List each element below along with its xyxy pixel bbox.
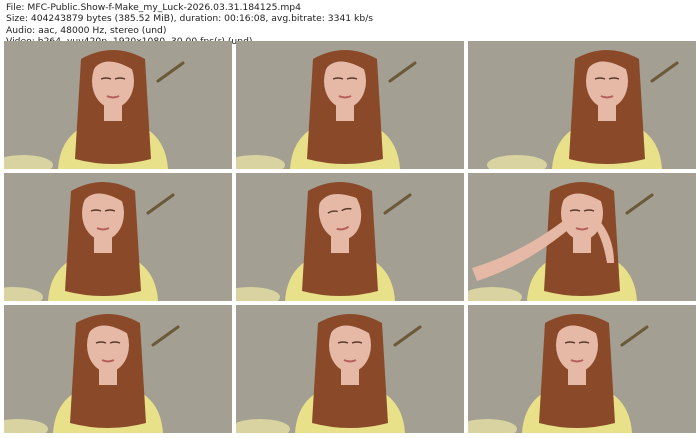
thumbnail-scene bbox=[468, 41, 696, 169]
thumbnail-7 bbox=[4, 305, 232, 433]
thumbnail-grid bbox=[4, 41, 696, 434]
thumbnail-2 bbox=[236, 41, 464, 169]
thumbnail-8 bbox=[236, 305, 464, 433]
thumbnail-scene bbox=[236, 41, 464, 169]
thumbnail-5 bbox=[236, 173, 464, 301]
file-name-line: File: MFC-Public.Show-f-Make_my_Luck-202… bbox=[6, 2, 301, 13]
thumbnail-4 bbox=[4, 173, 232, 301]
thumbnail-scene bbox=[4, 41, 232, 169]
thumbnail-scene bbox=[236, 173, 464, 301]
thumbnail-scene bbox=[468, 305, 696, 433]
thumbnail-3 bbox=[468, 41, 696, 169]
thumbnail-1 bbox=[4, 41, 232, 169]
audio-info-line: Audio: aac, 48000 Hz, stereo (und) bbox=[6, 24, 167, 36]
thumbnail-9 bbox=[468, 305, 696, 433]
thumbnail-scene bbox=[4, 305, 232, 433]
file-size-line: Size: 404243879 bytes (385.52 MiB), dura… bbox=[6, 13, 374, 25]
thumbnail-scene bbox=[4, 173, 232, 301]
thumbnail-scene bbox=[236, 305, 464, 433]
thumbnail-scene bbox=[468, 173, 696, 301]
thumbnail-6 bbox=[468, 173, 696, 301]
